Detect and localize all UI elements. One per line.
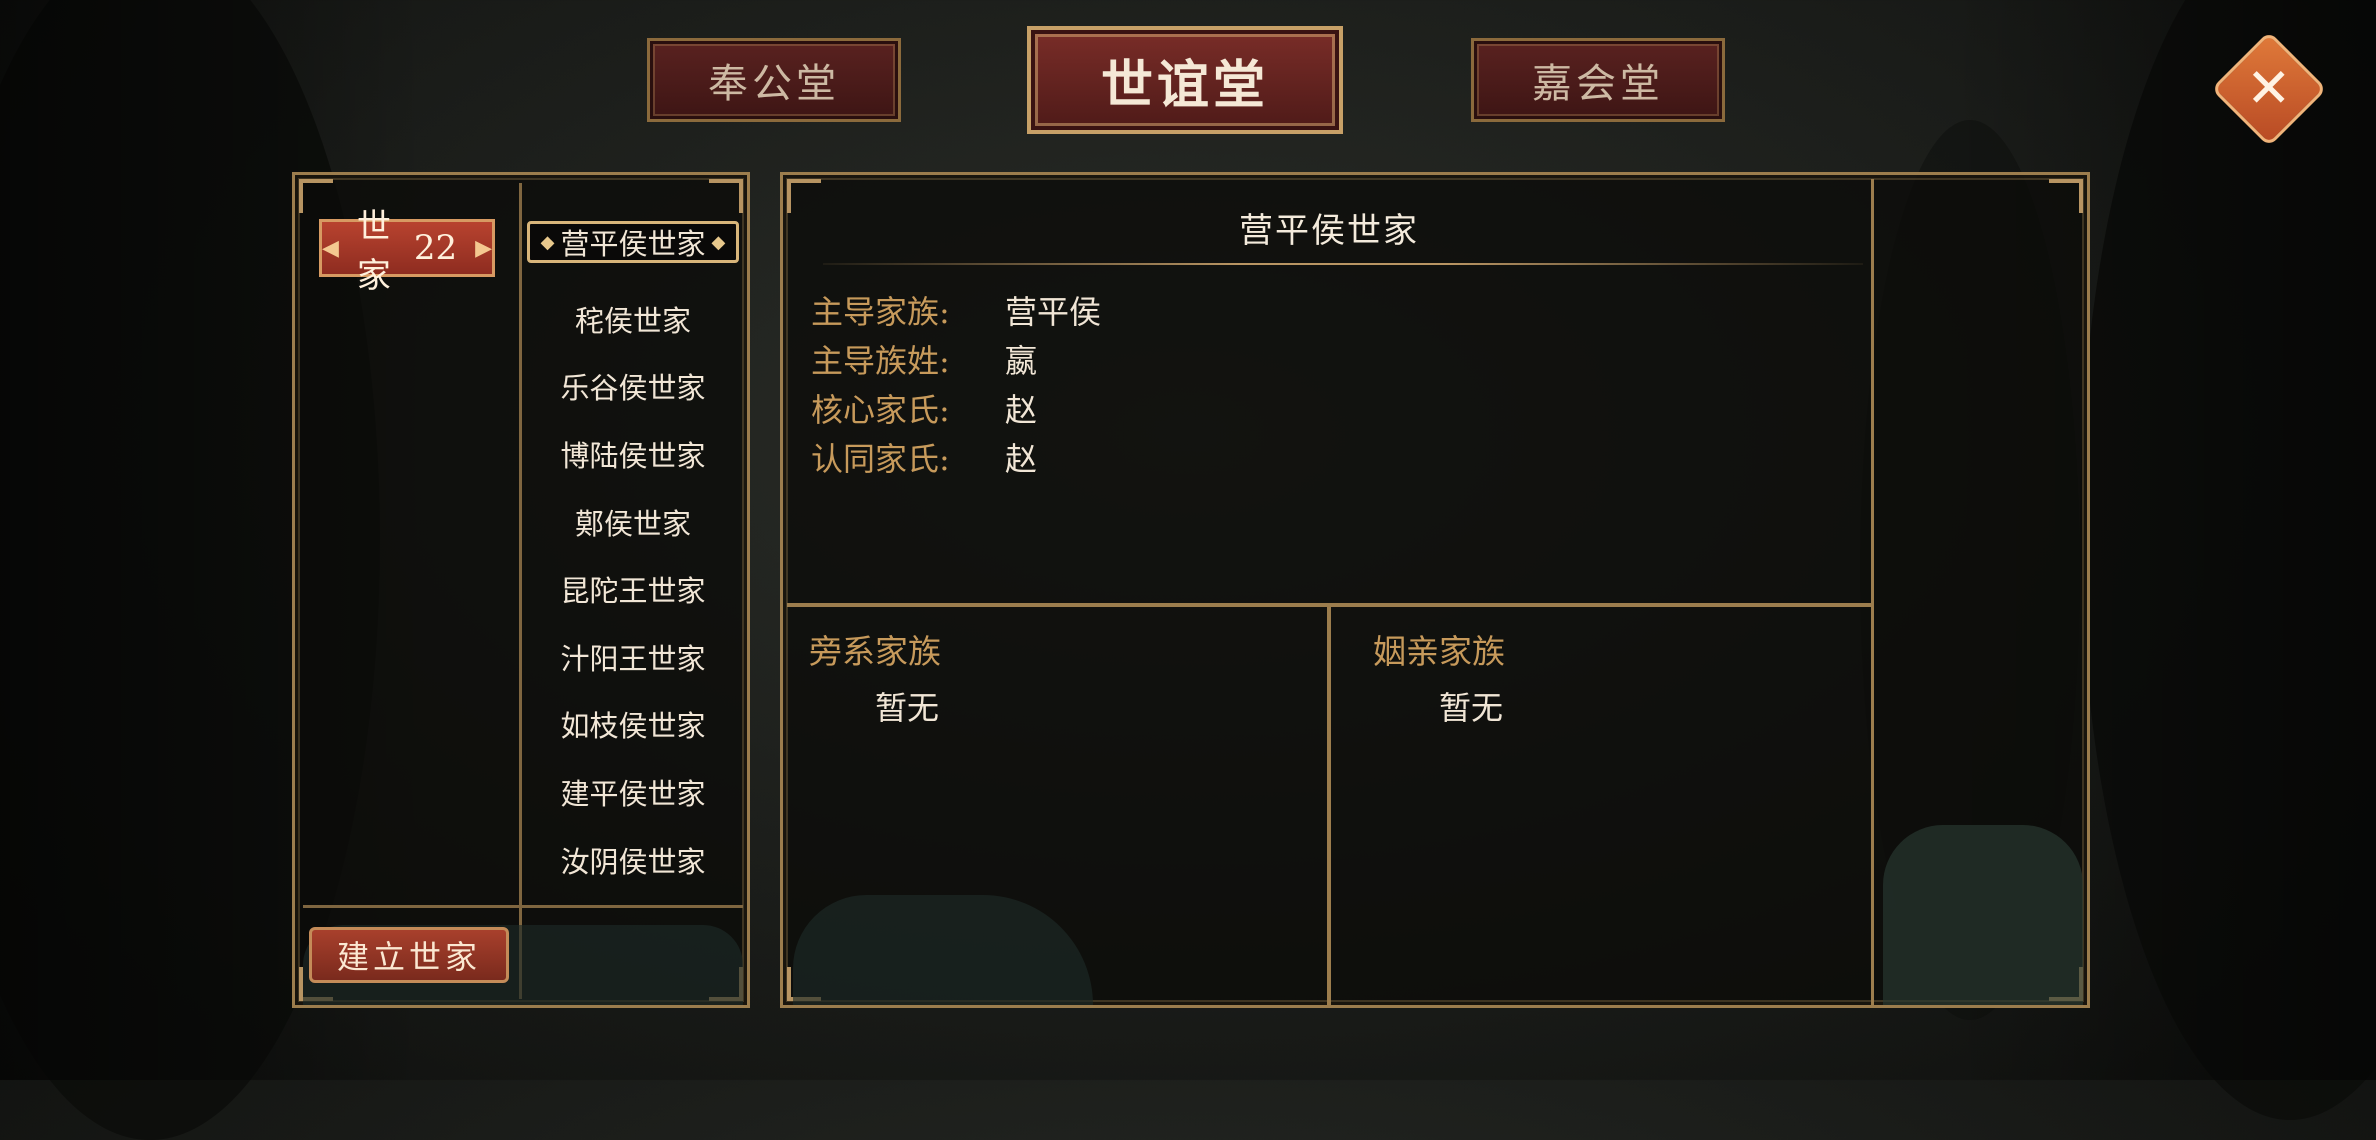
frame-corner (2049, 179, 2083, 213)
close-icon: ✕ (2246, 57, 2292, 120)
family-detail-panel: 营平侯世家 主导家族: 营平侯 主导族姓: 嬴 核心家氏: 赵 认同家氏: 赵 … (780, 172, 2090, 1008)
info-row-recognized-clan: 认同家氏: 赵 (811, 434, 1037, 480)
frame-corner (299, 179, 333, 213)
info-label: 主导族姓: (811, 342, 950, 380)
inlaw-family-title: 姻亲家族 (1373, 632, 1505, 671)
close-button[interactable]: ✕ (2211, 31, 2327, 147)
family-item[interactable]: 汝阴侯世家 (523, 826, 743, 894)
detail-title: 营平侯世家 (1239, 211, 1419, 251)
info-row-leading-surname: 主导族姓: 嬴 (811, 336, 1037, 382)
family-item[interactable]: 鄚侯世家 (523, 488, 743, 556)
branch-family-value: 暂无 (875, 689, 940, 727)
info-label: 认同家氏: (811, 440, 950, 478)
diamond-icon: ◆ (711, 231, 726, 253)
divider (1327, 605, 1331, 1005)
info-label: 主导家族: (811, 293, 950, 331)
divider (519, 183, 522, 999)
family-item-yingpinghou[interactable]: ◆ 营平侯世家 ◆ (527, 221, 739, 263)
arrow-left-icon: ◀ (322, 235, 339, 261)
info-value: 赵 (1005, 391, 1038, 429)
branch-family-title: 旁系家族 (809, 632, 941, 671)
divider (1871, 179, 1874, 1005)
arrow-right-icon: ▶ (475, 235, 492, 261)
category-label: 世家 (356, 207, 391, 296)
tab-shiyitang[interactable]: 世谊堂 (1027, 26, 1343, 134)
title-underline (823, 263, 1863, 265)
family-item[interactable]: 汁阳王世家 (523, 623, 743, 691)
category-count: 22 (413, 228, 458, 268)
family-item-label: 营平侯世家 (560, 227, 706, 261)
diamond-icon: ◆ (540, 231, 555, 253)
info-value: 营平侯 (1005, 293, 1102, 331)
family-item[interactable]: 昆陀王世家 (523, 555, 743, 623)
divider (303, 905, 743, 908)
family-item[interactable]: 博陆侯世家 (523, 420, 743, 488)
family-item[interactable]: 秺侯世家 (523, 285, 743, 353)
tab-jiahuitang[interactable]: 嘉会堂 (1471, 38, 1725, 122)
frame-corner (709, 179, 743, 213)
family-item[interactable]: 建平侯世家 (523, 758, 743, 826)
info-row-leading-family: 主导家族: 营平侯 (811, 287, 1101, 333)
tab-fenggongtang[interactable]: 奉公堂 (647, 38, 901, 122)
family-sidebar: ◀ 世家 22 ▶ ◆ 营平侯世家 ◆ 秺侯世家 乐谷侯世家 博陆侯世家 鄚侯世… (292, 172, 750, 1008)
info-value: 嬴 (1005, 342, 1038, 380)
info-value: 赵 (1005, 440, 1038, 478)
family-item[interactable]: 如枝侯世家 (523, 691, 743, 759)
info-label: 核心家氏: (811, 391, 950, 429)
info-row-core-clan: 核心家氏: 赵 (811, 385, 1037, 431)
family-list: ◆ 营平侯世家 ◆ 秺侯世家 乐谷侯世家 博陆侯世家 鄚侯世家 昆陀王世家 汁阳… (523, 217, 743, 893)
inlaw-family-value: 暂无 (1439, 689, 1504, 727)
build-family-button[interactable]: 建立世家 (309, 927, 509, 983)
family-item[interactable]: 乐谷侯世家 (523, 353, 743, 421)
family-category-button[interactable]: ◀ 世家 22 ▶ (319, 207, 495, 296)
